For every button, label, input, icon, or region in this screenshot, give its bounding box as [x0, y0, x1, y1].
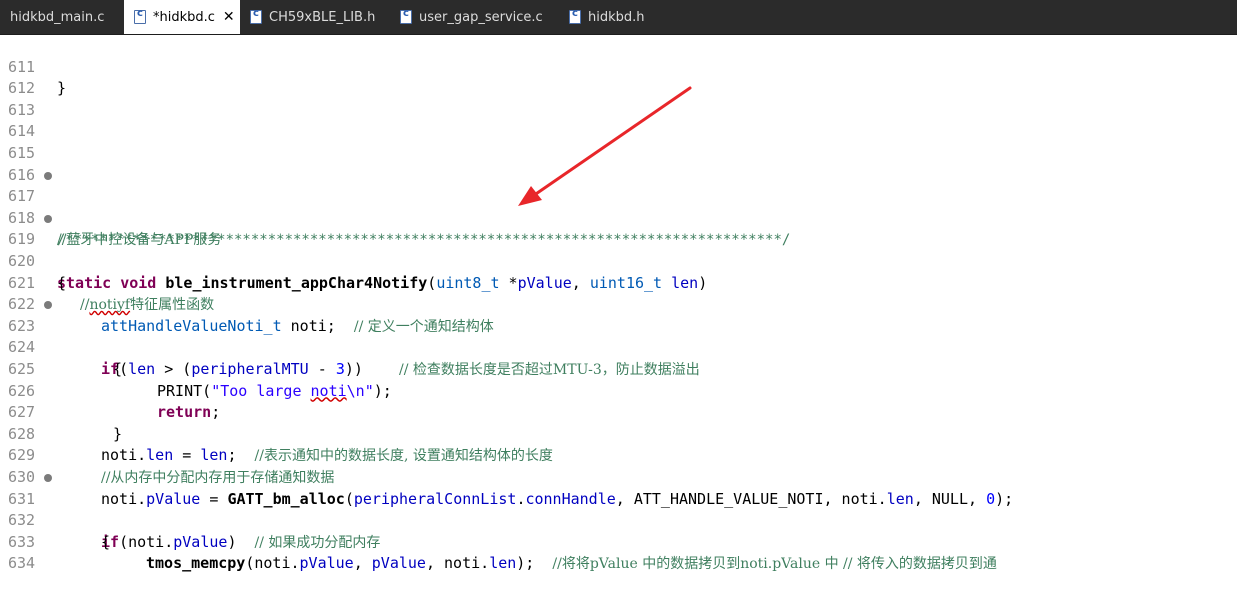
variable: len	[489, 554, 517, 573]
code-token: );	[516, 554, 553, 573]
code-token: , noti.	[425, 554, 490, 573]
code-token: ,	[353, 554, 372, 573]
arrow-head	[518, 186, 542, 206]
arrow-shaft	[528, 86, 692, 200]
comment: //将将pValue 中的数据拷贝到noti.pValue 中 // 将传入的数…	[552, 556, 997, 573]
line-number: 634	[8, 554, 36, 573]
function-name: tmos_memcpy	[146, 554, 246, 573]
variable: pValue	[371, 554, 426, 573]
variable: pValue	[299, 554, 354, 573]
code-text: tmos_memcpy(noti.pValue, pValue, noti.le…	[146, 553, 997, 576]
annotation-arrow-icon	[518, 86, 692, 206]
code-token: (noti.	[245, 554, 300, 573]
